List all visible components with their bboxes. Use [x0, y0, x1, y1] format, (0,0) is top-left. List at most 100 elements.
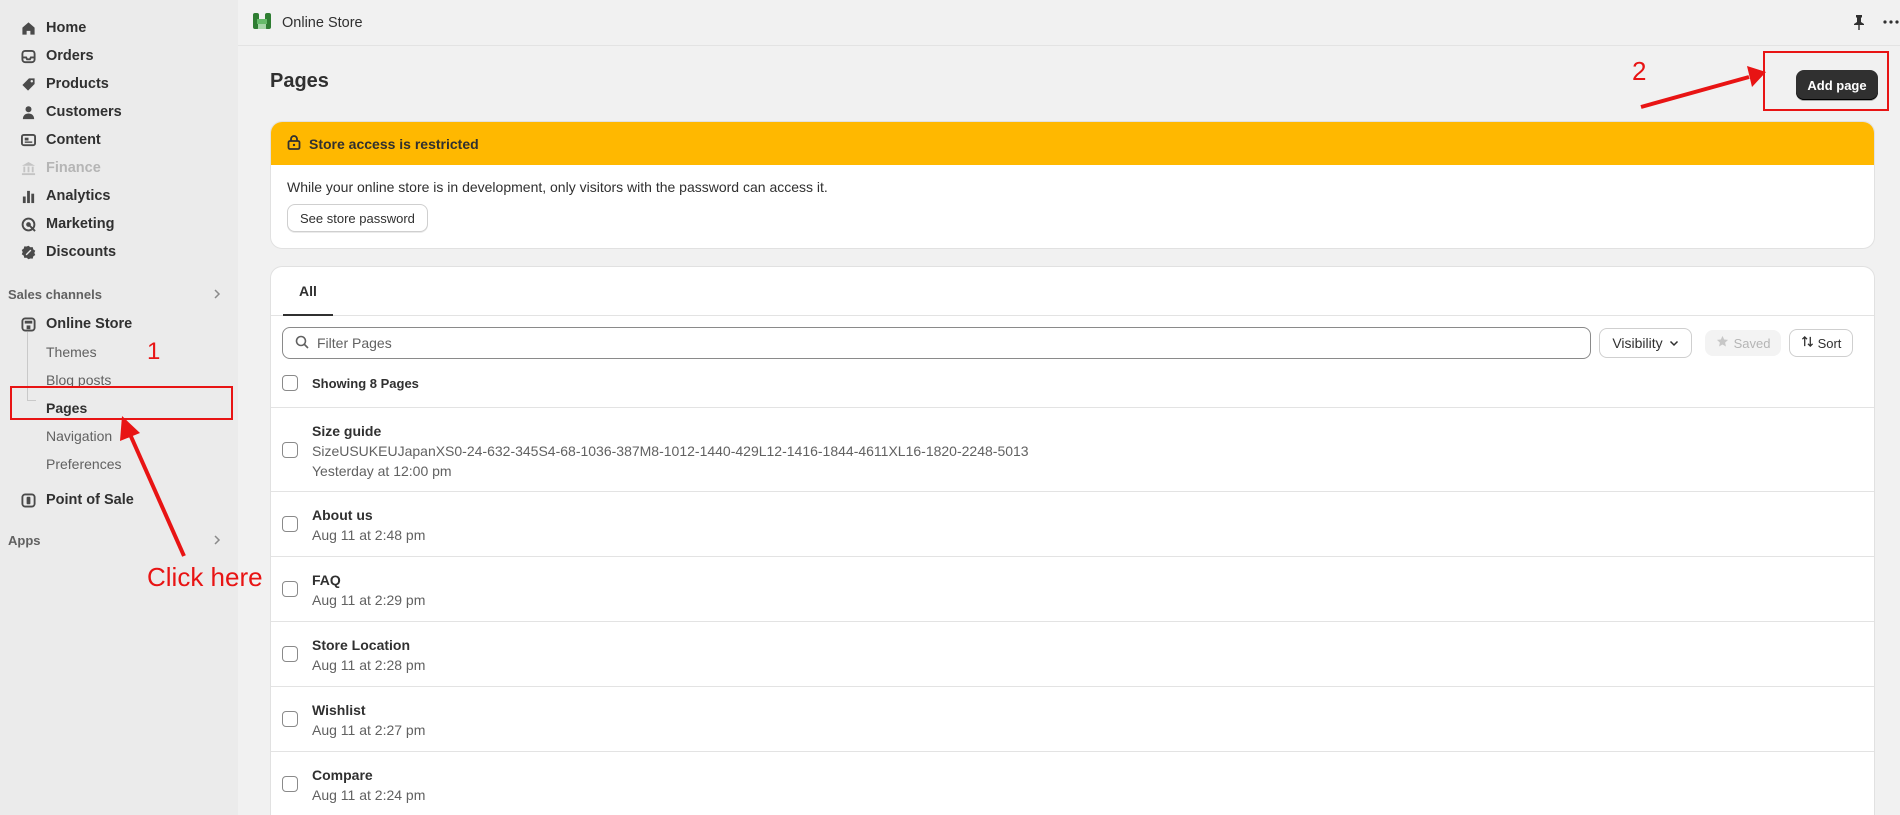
row-checkbox[interactable]: [282, 516, 298, 532]
topbar: Online Store: [238, 0, 1900, 46]
sidebar-item-label: Online Store: [46, 316, 133, 332]
sidebar-item-customers[interactable]: Customers: [0, 98, 238, 126]
discount-icon: [20, 244, 36, 260]
sidebar-item-products[interactable]: Products: [0, 70, 238, 98]
chevron-down-icon: [1669, 335, 1679, 351]
sales-channels-header[interactable]: Sales channels: [0, 280, 238, 308]
target-icon: [20, 216, 36, 232]
table-row[interactable]: About us Aug 11 at 2:48 pm: [271, 491, 1874, 556]
table-row[interactable]: Wishlist Aug 11 at 2:27 pm: [271, 686, 1874, 751]
row-checkbox[interactable]: [282, 776, 298, 792]
pages-list: Size guide SizeUSUKEUJapanXS0-24-632-345…: [271, 407, 1874, 815]
sort-label: Sort: [1817, 335, 1842, 351]
annotation-step-2: 2: [1632, 56, 1647, 86]
sort-button[interactable]: Sort: [1789, 329, 1853, 357]
chevron-right-icon: [212, 287, 222, 302]
pages-list-card: All Visibility Saved Sort Showing 8 Page…: [270, 266, 1875, 815]
chevron-right-icon: [212, 533, 222, 548]
showing-count: Showing 8 Pages: [312, 375, 419, 391]
page-title: Pages: [270, 70, 329, 92]
banner-header: Store access is restricted: [271, 122, 1874, 165]
sidebar-subitem-label: Preferences: [46, 456, 122, 472]
sidebar-item-orders[interactable]: Orders: [0, 42, 238, 70]
sidebar-item-marketing[interactable]: Marketing: [0, 210, 238, 238]
person-icon: [20, 104, 36, 120]
search-field[interactable]: [282, 327, 1591, 359]
home-icon: [20, 20, 36, 36]
sidebar-subitem-preferences[interactable]: Preferences: [0, 450, 238, 478]
table-row[interactable]: Size guide SizeUSUKEUJapanXS0-24-632-345…: [271, 407, 1874, 491]
filter-row: Visibility Saved Sort: [282, 327, 1863, 359]
sidebar-item-point-of-sale[interactable]: Point of Sale: [0, 486, 238, 514]
sidebar-subitem-themes[interactable]: Themes: [0, 338, 238, 366]
row-checkbox[interactable]: [282, 581, 298, 597]
sidebar-item-discounts[interactable]: Discounts: [0, 238, 238, 266]
page-date: Aug 11 at 2:29 pm: [312, 592, 426, 608]
banner-text: While your online store is in developmen…: [287, 179, 828, 195]
sort-arrows-icon: [1801, 335, 1814, 351]
page-content-preview: SizeUSUKEUJapanXS0-24-632-345S4-68-1036-…: [312, 443, 1029, 459]
visibility-label: Visibility: [1612, 335, 1663, 351]
sidebar-item-online-store[interactable]: Online Store: [0, 310, 238, 338]
saved-button[interactable]: Saved: [1705, 330, 1781, 356]
sidebar-subitem-navigation[interactable]: Navigation: [0, 422, 238, 450]
filter-pages-input[interactable]: [317, 335, 1517, 351]
pin-icon[interactable]: [1852, 14, 1866, 33]
annotation-box-pages: [10, 386, 233, 420]
banner-title: Store access is restricted: [309, 135, 479, 152]
lock-icon: [287, 134, 301, 153]
page-name[interactable]: FAQ: [312, 570, 425, 590]
row-checkbox[interactable]: [282, 711, 298, 727]
table-row[interactable]: Compare Aug 11 at 2:24 pm: [271, 751, 1874, 815]
visibility-filter-button[interactable]: Visibility: [1599, 328, 1692, 358]
topbar-actions: [1852, 14, 1900, 33]
tab-all[interactable]: All: [283, 267, 333, 316]
search-icon: [295, 335, 309, 352]
bank-icon: [20, 160, 36, 176]
page-name[interactable]: Size guide: [312, 421, 1029, 441]
star-icon: [1716, 335, 1729, 351]
page-date: Aug 11 at 2:27 pm: [312, 722, 426, 738]
sidebar-item-label: Customers: [46, 104, 122, 120]
see-store-password-button[interactable]: See store password: [287, 204, 428, 232]
sidebar-item-analytics[interactable]: Analytics: [0, 182, 238, 210]
sidebar-item-label: Finance: [46, 160, 101, 176]
apps-label: Apps: [8, 532, 41, 548]
page-name[interactable]: Wishlist: [312, 700, 425, 720]
select-all-checkbox[interactable]: [282, 375, 298, 391]
image-icon: [20, 132, 36, 148]
apps-header[interactable]: Apps: [0, 526, 238, 554]
sidebar-item-label: Orders: [46, 48, 94, 64]
table-row[interactable]: Store Location Aug 11 at 2:28 pm: [271, 621, 1874, 686]
bar-chart-icon: [20, 188, 36, 204]
page-name[interactable]: Store Location: [312, 635, 425, 655]
online-store-logo-icon: [252, 11, 272, 34]
select-all-row: Showing 8 Pages: [282, 373, 419, 393]
page-name[interactable]: About us: [312, 505, 425, 525]
topbar-title: Online Store: [282, 14, 363, 31]
tab-bar: All: [271, 267, 1874, 316]
sidebar-item-label: Discounts: [46, 244, 117, 260]
sidebar-item-label: Products: [46, 76, 109, 92]
sidebar-subitem-label: Themes: [46, 344, 97, 360]
table-row[interactable]: FAQ Aug 11 at 2:29 pm: [271, 556, 1874, 621]
sidebar-item-label: Content: [46, 132, 101, 148]
page-date: Aug 11 at 2:48 pm: [312, 527, 426, 543]
sidebar-item-finance[interactable]: Finance: [0, 154, 238, 182]
page-date: Aug 11 at 2:24 pm: [312, 787, 426, 803]
annotation-click-here: Click here: [147, 562, 263, 592]
sidebar-item-label: Point of Sale: [46, 492, 134, 508]
more-options-icon[interactable]: [1882, 14, 1900, 33]
page-name[interactable]: Compare: [312, 765, 425, 785]
row-checkbox[interactable]: [282, 441, 298, 458]
tag-icon: [20, 76, 36, 92]
pos-icon: [20, 492, 36, 508]
page-date: Aug 11 at 2:28 pm: [312, 657, 426, 673]
storefront-icon: [20, 316, 36, 332]
sidebar-item-content[interactable]: Content: [0, 126, 238, 154]
sidebar-item-home[interactable]: Home: [0, 14, 238, 42]
sidebar-subitem-label: Navigation: [46, 428, 113, 444]
row-checkbox[interactable]: [282, 646, 298, 662]
sales-channels-label: Sales channels: [8, 286, 102, 302]
page-date: Yesterday at 12:00 pm: [312, 463, 452, 479]
